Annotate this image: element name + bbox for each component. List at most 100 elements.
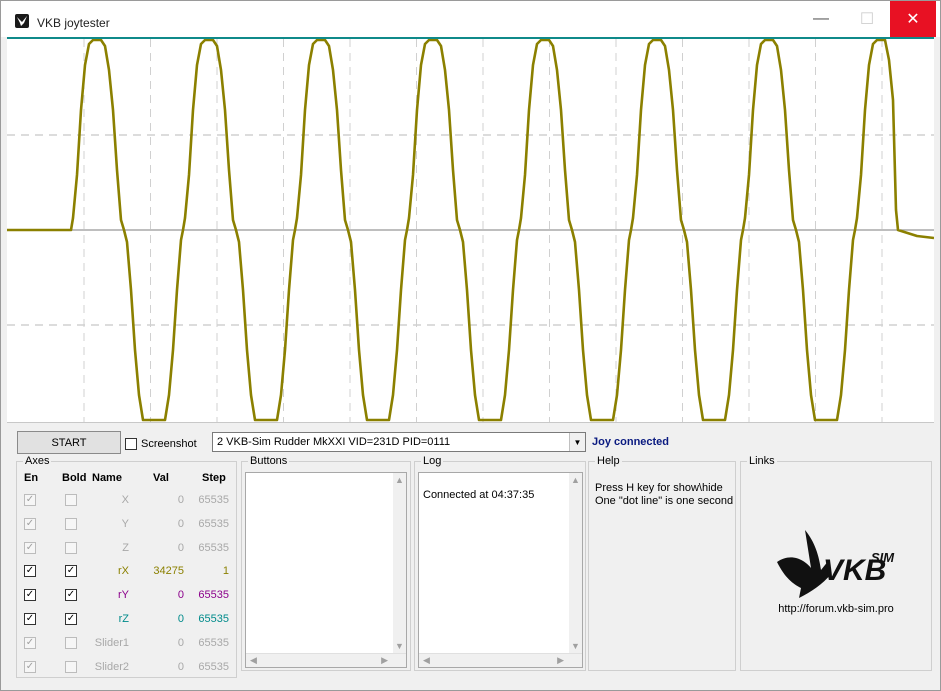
axis-step: 65535 [198,613,229,625]
maximize-button[interactable]: ☐ [844,1,890,37]
axis-enable-checkbox[interactable]: ✓ [24,660,36,673]
axes-header-bold: Bold [62,472,87,484]
minimize-button[interactable]: — [798,1,844,37]
start-button[interactable]: START [17,431,121,454]
axes-header-val: Val [153,472,169,484]
log-group: Log Connected at 04:37:35 ▲ ▼ ◀ ▶ [414,455,586,671]
axis-value: 34275 [153,565,184,578]
scroll-down-icon[interactable]: ▼ [571,641,580,651]
chevron-down-icon[interactable]: ▼ [569,433,585,451]
axis-value: 0 [177,589,184,602]
axis-enable-checkbox[interactable]: ✓ [24,541,36,554]
help-line-2: One "dot line" is one second [595,495,734,507]
help-line-1: Press H key for show\hide [595,482,723,494]
scroll-up-icon[interactable]: ▲ [395,475,404,485]
axis-name: rX [118,565,129,578]
axis-bold-checkbox[interactable]: ✓ [65,613,77,625]
axis-step: 1 [222,565,229,578]
device-select[interactable]: 2 VKB-Sim Rudder MkXXI VID=231D PID=0111… [212,432,586,452]
axis-enable-checkbox[interactable]: ✓ [24,613,36,625]
axis-row: ✓ Slider2 0 65535 [17,657,238,681]
axes-group-title: Axes [23,455,52,467]
buttons-list[interactable]: ▲ ▼ ◀ ▶ [245,472,407,668]
connection-status: Joy connected [592,436,670,448]
axis-name: Slider1 [94,636,129,649]
axis-name: Z [122,541,129,554]
axis-enable-checkbox[interactable]: ✓ [24,494,36,506]
axis-row: ✓ ✓ rX 34275 1 [17,561,238,585]
axis-value: 0 [177,541,184,554]
axis-bold-checkbox[interactable]: ✓ [65,565,77,578]
axis-name: rY [118,589,129,602]
axis-name: Slider2 [94,660,129,673]
axis-enable-checkbox[interactable]: ✓ [24,589,36,602]
axes-header-name: Name [92,472,122,484]
axis-row: ✓ X 0 65535 [17,490,238,514]
axis-enable-checkbox[interactable]: ✓ [24,636,36,649]
axis-name: X [121,494,129,506]
axes-header-en: En [24,472,39,484]
axis-value: 0 [177,517,184,530]
buttons-horizontal-scrollbar[interactable]: ◀ ▶ [246,653,406,667]
control-panel: START Screenshot 2 VKB-Sim Rudder MkXXI … [7,422,934,684]
axis-bold-checkbox[interactable] [65,541,77,554]
device-select-value: 2 VKB-Sim Rudder MkXXI VID=231D PID=0111 [217,436,451,448]
close-button[interactable]: ✕ [890,1,936,37]
scroll-right-icon[interactable]: ▶ [557,655,564,666]
axis-step: 65535 [198,589,229,602]
axis-plot [7,37,934,422]
scroll-left-icon[interactable]: ◀ [423,655,430,666]
axis-name: rZ [118,613,129,625]
axes-group: Axes En Bold Name Val Step ✓ X 0 65535 ✓ Y 0 65… [16,455,238,681]
axis-step: 65535 [198,494,229,506]
buttons-group: Buttons ▲ ▼ ◀ ▶ [241,455,411,671]
log-horizontal-scrollbar[interactable]: ◀ ▶ [419,653,582,667]
logo-sup-text: SIM [871,550,895,565]
scroll-up-icon[interactable]: ▲ [571,475,580,485]
axis-step: 65535 [198,517,229,530]
window-title: VKB joytester [37,16,110,30]
axis-row: ✓ Slider1 0 65535 [17,633,238,657]
axis-bold-checkbox[interactable]: ✓ [65,589,77,602]
axis-bold-checkbox[interactable] [65,494,77,506]
axis-bold-checkbox[interactable] [65,517,77,530]
log-list[interactable]: Connected at 04:37:35 ▲ ▼ ◀ ▶ [418,472,583,668]
axis-enable-checkbox[interactable]: ✓ [24,565,36,578]
axis-step: 65535 [198,541,229,554]
scroll-down-icon[interactable]: ▼ [395,641,404,651]
axis-row: ✓ Y 0 65535 [17,514,238,538]
axis-bold-checkbox[interactable] [65,636,77,649]
scroll-left-icon[interactable]: ◀ [250,655,257,666]
axis-row: ✓ ✓ rZ 0 65535 [17,609,238,633]
axis-value: 0 [177,660,184,673]
screenshot-label: Screenshot [141,438,197,450]
log-vertical-scrollbar[interactable]: ▲ ▼ [569,473,582,653]
help-group: Help Press H key for show\hide One "dot … [588,455,736,671]
buttons-group-title: Buttons [248,455,290,467]
axis-value: 0 [177,494,184,506]
vkb-bird-icon [15,14,29,28]
links-group: Links VKB SIM http://forum.vkb-sim.pro [740,455,932,671]
axes-header-step: Step [202,472,226,484]
axis-bold-checkbox[interactable] [65,660,77,673]
title-bar[interactable]: VKB joytester — ☐ ✕ [1,1,940,37]
plot-canvas [7,39,934,422]
axis-row: ✓ Z 0 65535 [17,538,238,562]
log-entry: Connected at 04:37:35 [423,489,535,501]
screenshot-checkbox[interactable] [125,438,137,450]
app-window: VKB joytester — ☐ ✕ START Screenshot 2 V… [0,0,941,691]
vkb-sim-logo[interactable]: VKB SIM [771,522,901,605]
help-group-title: Help [595,455,622,467]
axis-value: 0 [177,636,184,649]
axis-step: 65535 [198,636,229,649]
links-group-title: Links [747,455,777,467]
forum-link[interactable]: http://forum.vkb-sim.pro [741,603,931,615]
axis-step: 65535 [198,660,229,673]
scroll-right-icon[interactable]: ▶ [381,655,388,666]
axis-value: 0 [177,613,184,625]
axis-name: Y [121,517,129,530]
buttons-vertical-scrollbar[interactable]: ▲ ▼ [393,473,406,653]
axis-enable-checkbox[interactable]: ✓ [24,517,36,530]
axis-row: ✓ ✓ rY 0 65535 [17,585,238,609]
help-text: Press H key for show\hide One "dot line"… [595,482,733,508]
